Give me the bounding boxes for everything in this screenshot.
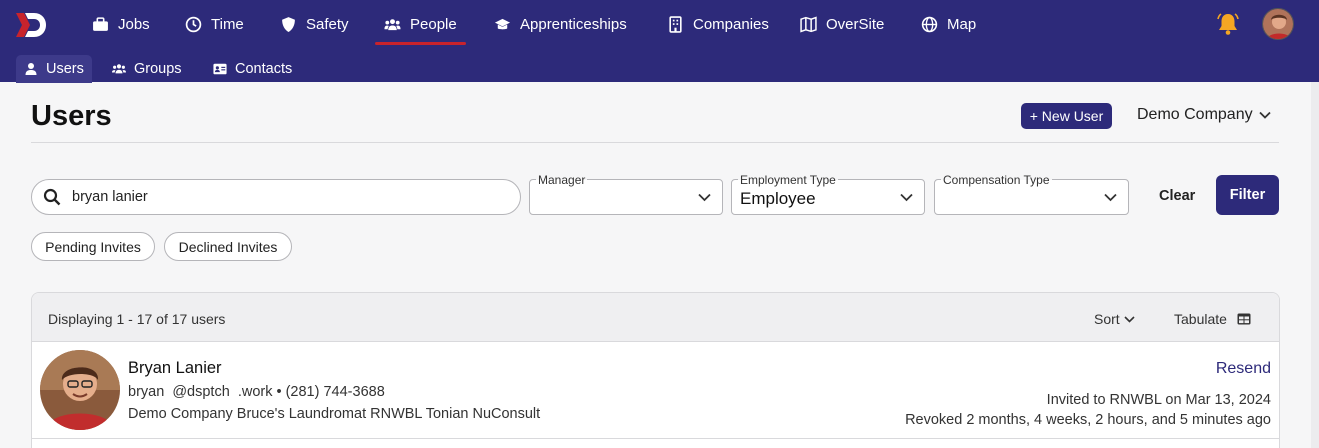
- nav-item-safety[interactable]: Safety: [280, 0, 349, 48]
- globe-icon: [921, 16, 938, 32]
- table-icon: [1237, 313, 1251, 325]
- results-header: Displaying 1 - 17 of 17 users Sort Tabul…: [32, 293, 1279, 342]
- bell-icon[interactable]: [1217, 12, 1239, 36]
- nav-item-time[interactable]: Time: [185, 0, 244, 48]
- nav-item-people[interactable]: People: [375, 0, 466, 48]
- employment-type-select-value: Employee: [740, 189, 816, 208]
- nav-item-label: OverSite: [826, 15, 885, 33]
- results-count: Displaying 1 - 17 of 17 users: [48, 311, 226, 327]
- subnav-item-groups[interactable]: Groups: [104, 55, 190, 83]
- building-icon: [669, 15, 682, 33]
- resend-link[interactable]: Resend: [1216, 360, 1271, 378]
- users-icon: [112, 64, 126, 74]
- nav-item-label: Jobs: [118, 15, 150, 33]
- nav-item-label: Apprenticeships: [520, 15, 627, 33]
- clock-icon: [185, 16, 202, 32]
- user-icon: [25, 63, 37, 75]
- address-card-icon: [213, 63, 227, 75]
- employment-type-select-label: Employment Type: [738, 173, 838, 187]
- nav-item-label: Safety: [306, 15, 349, 33]
- user-name[interactable]: Bryan Lanier: [128, 359, 222, 378]
- top-navigation-bar: Jobs Time Safety People Apprenticeships …: [0, 0, 1319, 83]
- avatar[interactable]: [40, 350, 120, 430]
- sort-label: Sort: [1094, 311, 1120, 327]
- subnav-item-label: Groups: [134, 61, 182, 77]
- search-icon: [43, 188, 61, 206]
- users-results-panel: Displaying 1 - 17 of 17 users Sort Tabul…: [31, 292, 1280, 448]
- compensation-type-select[interactable]: Compensation Type: [934, 173, 1129, 215]
- nav-item-label: Map: [947, 15, 977, 33]
- nav-item-label: Time: [211, 15, 244, 33]
- map-fold-icon: [800, 16, 817, 32]
- shield-icon: [282, 16, 295, 32]
- pending-invites-pill[interactable]: Pending Invites: [31, 232, 155, 261]
- chevron-down-icon: [1104, 193, 1117, 202]
- employment-type-select[interactable]: Employment Type Employee: [731, 173, 925, 215]
- briefcase-icon: [93, 16, 108, 31]
- search-field[interactable]: [31, 179, 521, 215]
- table-row[interactable]: Bryan Lanier bryan @dsptch .work • (281)…: [32, 342, 1279, 439]
- subnav-item-label: Contacts: [235, 61, 293, 77]
- clear-button[interactable]: Clear: [1159, 188, 1195, 204]
- subnav-item-label: Users: [46, 61, 84, 77]
- subnav-item-users[interactable]: Users: [16, 55, 92, 83]
- nav-item-label: Companies: [693, 15, 769, 33]
- chevron-down-icon: [900, 193, 913, 202]
- declined-invites-pill[interactable]: Declined Invites: [164, 232, 292, 261]
- search-input[interactable]: [72, 189, 492, 205]
- dsptch-logo[interactable]: [14, 11, 48, 39]
- page-scrollbar[interactable]: [1311, 82, 1319, 448]
- tabulate-label: Tabulate: [1174, 311, 1227, 327]
- nav-item-label: People: [410, 15, 457, 33]
- new-user-button[interactable]: + New User: [1021, 103, 1112, 129]
- tabulate-button[interactable]: Tabulate: [1174, 311, 1251, 327]
- page-title: Users: [31, 100, 112, 132]
- filter-button[interactable]: Filter: [1216, 175, 1279, 215]
- subnav-item-contacts[interactable]: Contacts: [205, 55, 300, 83]
- compensation-type-select-label: Compensation Type: [941, 173, 1052, 187]
- chevron-down-icon: [1258, 111, 1271, 119]
- revoke-status: Revoked 2 months, 4 weeks, 2 hours, and …: [905, 412, 1271, 428]
- graduation-cap-icon: [494, 18, 511, 29]
- people-icon: [384, 18, 401, 30]
- header-divider: [31, 142, 1279, 143]
- chevron-down-icon: [1124, 315, 1135, 323]
- nav-item-jobs[interactable]: Jobs: [92, 0, 150, 48]
- company-selector-value: Demo Company: [1137, 106, 1253, 123]
- user-companies: Demo Company Bruce's Laundromat RNWBL To…: [128, 406, 541, 422]
- manager-select-label: Manager: [536, 173, 588, 187]
- chevron-down-icon: [698, 193, 711, 202]
- nav-item-map[interactable]: Map: [921, 0, 976, 48]
- sort-dropdown[interactable]: Sort: [1094, 311, 1135, 327]
- nav-item-apprenticeships[interactable]: Apprenticeships: [494, 0, 627, 48]
- nav-item-companies[interactable]: Companies: [667, 0, 769, 48]
- company-selector[interactable]: Demo Company: [1137, 106, 1271, 124]
- manager-select[interactable]: Manager: [529, 173, 723, 215]
- nav-item-oversite[interactable]: OverSite: [800, 0, 884, 48]
- user-contact: bryan @dsptch .work • (281) 744-3688: [128, 384, 385, 400]
- avatar[interactable]: [1262, 8, 1294, 40]
- invite-status: Invited to RNWBL on Mar 13, 2024: [1046, 392, 1271, 408]
